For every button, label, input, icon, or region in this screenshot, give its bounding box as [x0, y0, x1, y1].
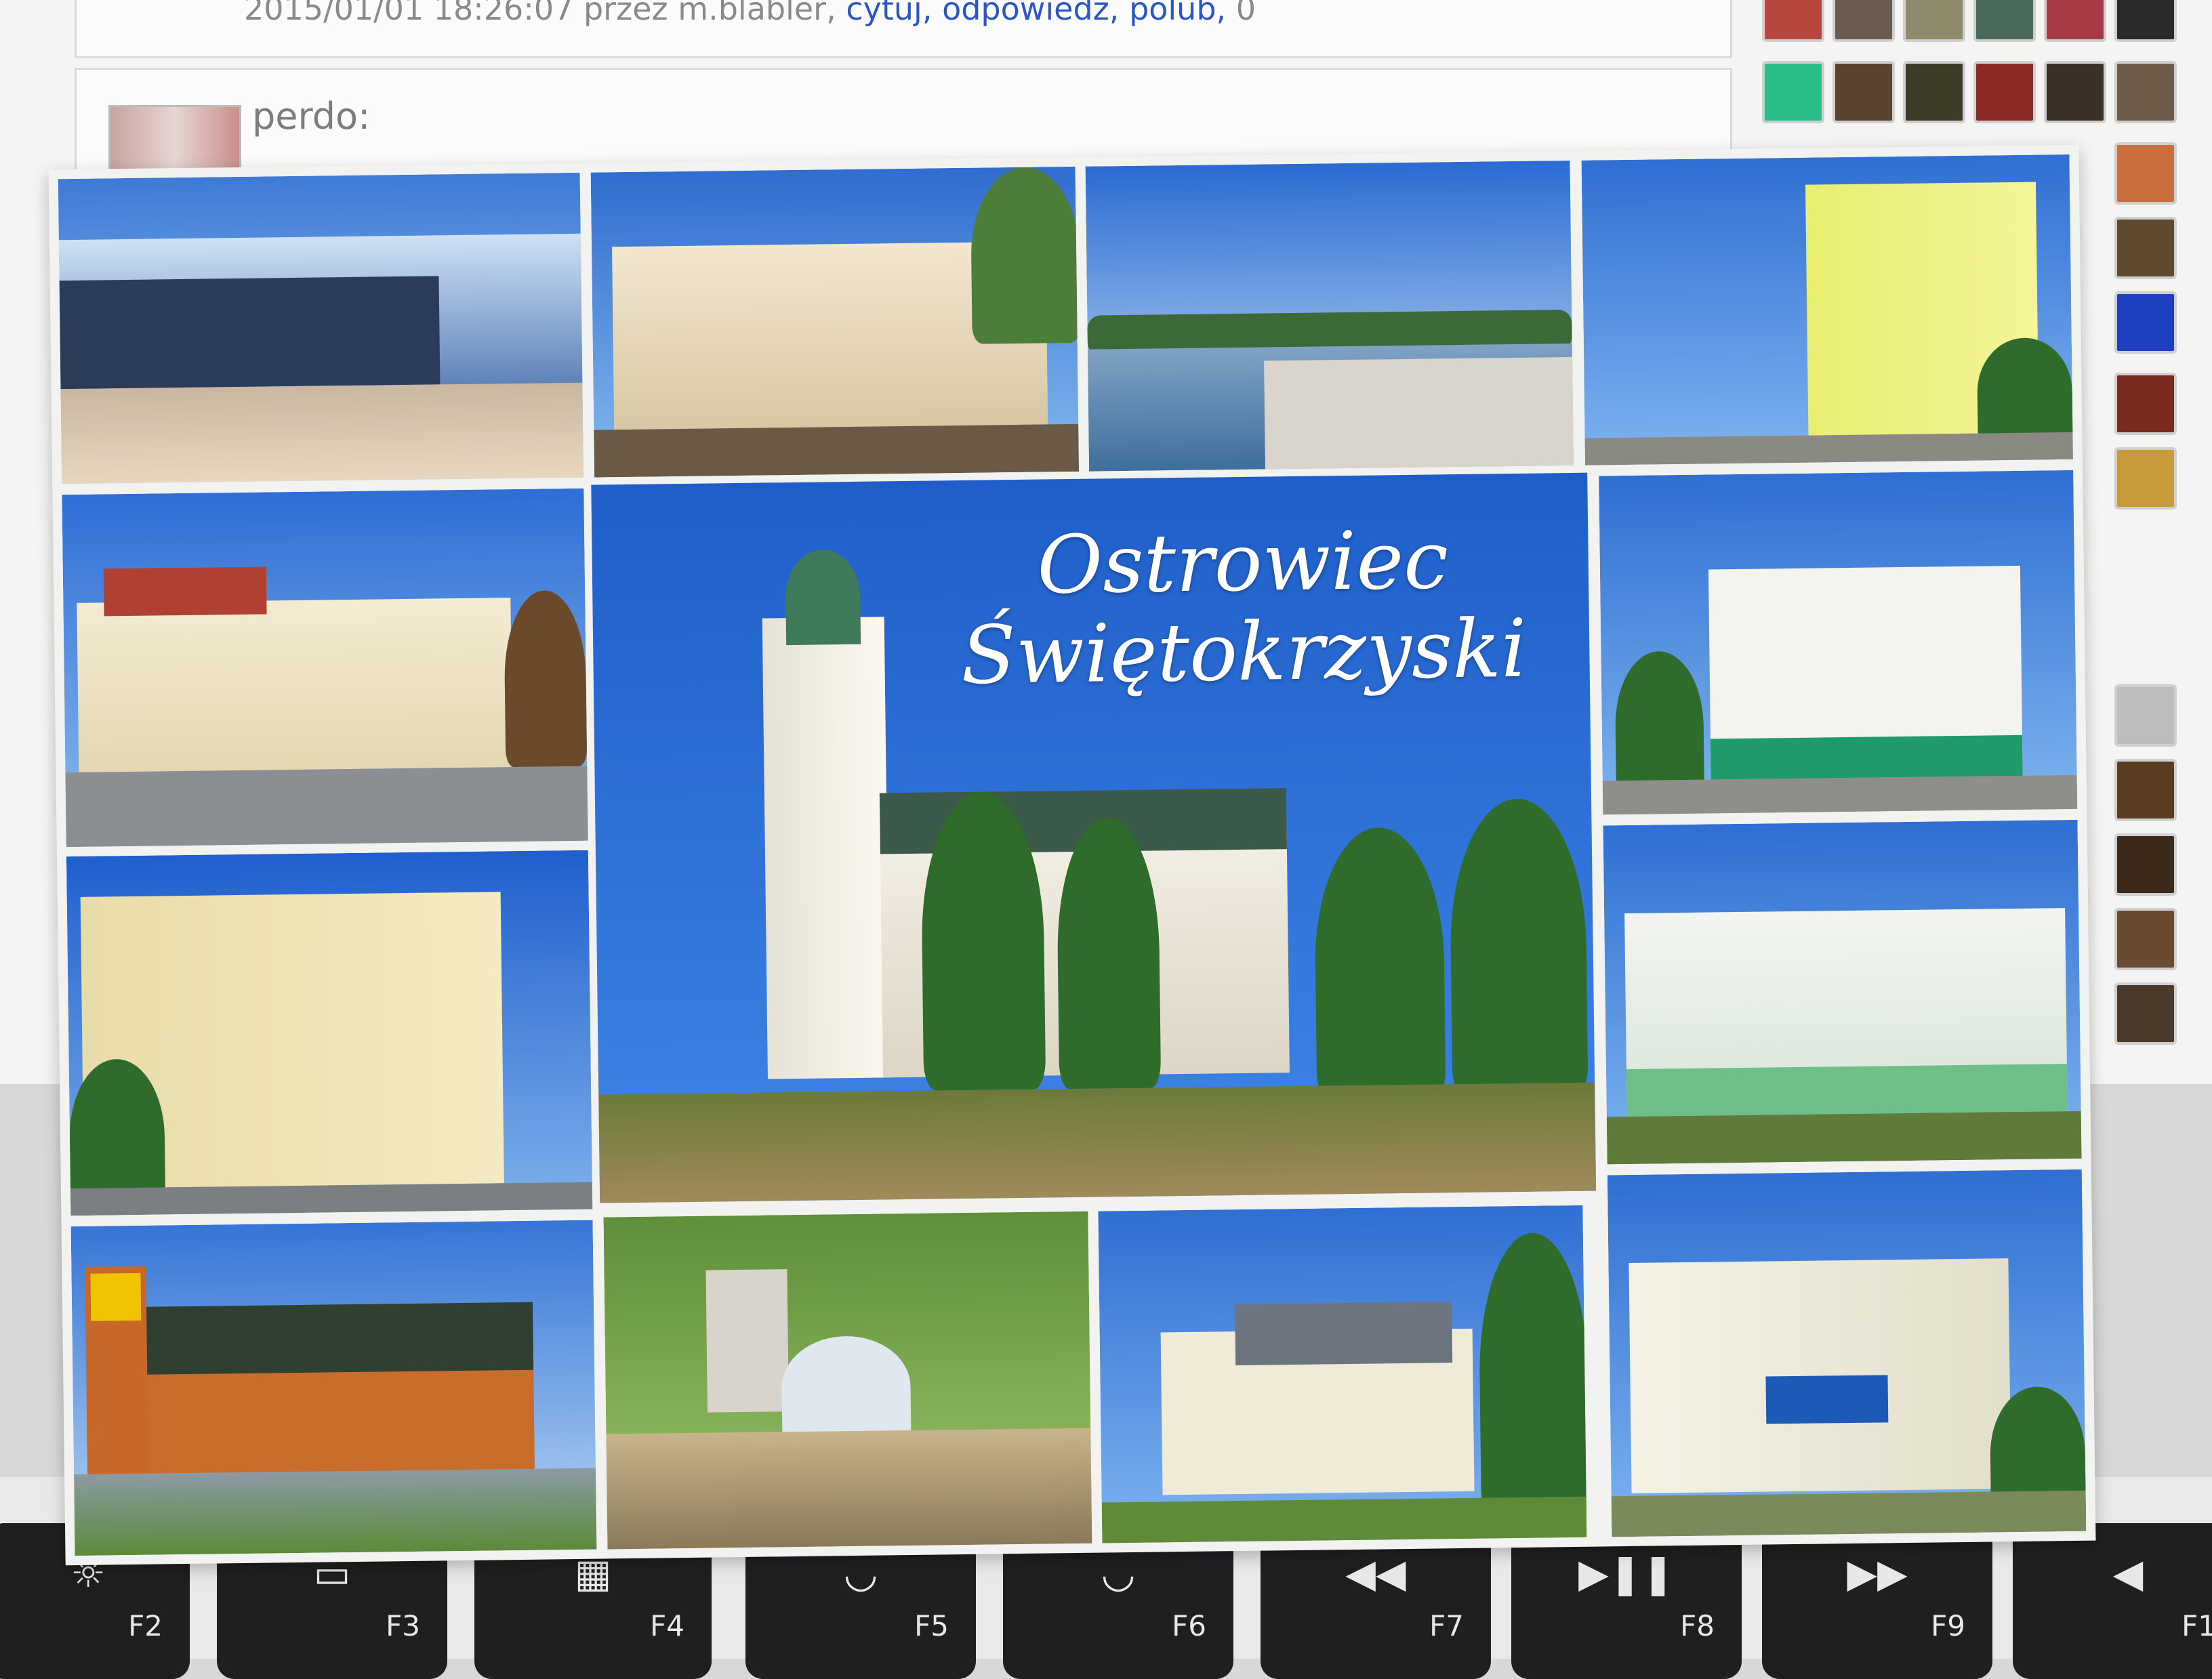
- key-label: F8: [1680, 1609, 1715, 1642]
- photo-lake-pier: [1085, 160, 1574, 472]
- key-label: F9: [1931, 1609, 1965, 1642]
- photo-white-church: [1098, 1205, 1587, 1543]
- mute-icon: ◀: [2112, 1550, 2144, 1596]
- photo-modern-office: [1607, 1169, 2087, 1537]
- key-label: F5: [914, 1609, 949, 1642]
- avatar[interactable]: [2114, 759, 2177, 821]
- key-label: F6: [1172, 1609, 1206, 1642]
- rewind-icon: ◀◀: [1345, 1550, 1406, 1596]
- postcard-center-photo: Ostrowiec Świętokrzyski: [591, 472, 1597, 1203]
- avatar[interactable]: [2114, 908, 2177, 970]
- photo-hotel-tower: [1581, 154, 2073, 465]
- key-label: F3: [386, 1609, 420, 1642]
- key-label: F4: [650, 1609, 684, 1642]
- postcard-title: Ostrowiec Świętokrzyski: [930, 513, 1556, 702]
- key-label: F1: [2182, 1609, 2212, 1642]
- quote-link[interactable]: cytuj,: [846, 0, 932, 27]
- avatar[interactable]: [2114, 982, 2177, 1045]
- avatar[interactable]: [2114, 447, 2177, 510]
- reply-link[interactable]: odpowiedz,: [942, 0, 1119, 27]
- postcard: Ostrowiec Świętokrzyski: [48, 144, 2096, 1566]
- key-f10[interactable]: ◀ F1: [2013, 1523, 2212, 1679]
- title-line-2: Świętokrzyski: [960, 601, 1528, 702]
- key-label: F7: [1429, 1609, 1464, 1642]
- avatar[interactable]: [2114, 373, 2177, 435]
- avatar[interactable]: [2114, 833, 2177, 896]
- avatar[interactable]: [2114, 142, 2177, 205]
- avatar[interactable]: [2114, 217, 2177, 279]
- avatar[interactable]: [1903, 61, 1965, 123]
- avatar[interactable]: [2114, 61, 2177, 123]
- photo-town-hall: [1603, 819, 2082, 1165]
- key-label: F2: [128, 1609, 163, 1642]
- avatar[interactable]: [1832, 0, 1895, 42]
- photo-villa-restaurant: [590, 166, 1080, 478]
- keyboard-light-up-icon: ◡: [1101, 1550, 1136, 1596]
- comment-timestamp: 2015/01/01 18:26:07 przez m.blabler,: [244, 0, 836, 27]
- avatar[interactable]: [1762, 0, 1824, 42]
- avatar[interactable]: [2044, 0, 2106, 42]
- fast-forward-icon: ▶▶: [1847, 1550, 1908, 1596]
- title-line-1: Ostrowiec: [1036, 513, 1449, 612]
- key-f9[interactable]: ▶▶ F9: [1762, 1523, 1992, 1679]
- avatar[interactable]: [1762, 61, 1824, 123]
- photo-office-block: [66, 850, 593, 1216]
- avatar[interactable]: [1973, 61, 2036, 123]
- play-pause-icon: ▶❚❚: [1578, 1550, 1675, 1596]
- like-link[interactable]: polub,: [1129, 0, 1226, 27]
- avatar[interactable]: [2044, 61, 2106, 123]
- avatar[interactable]: [2114, 0, 2177, 42]
- avatar[interactable]: [1973, 0, 2036, 42]
- avatar[interactable]: [1903, 0, 1965, 42]
- avatar[interactable]: [2114, 291, 2177, 354]
- comment-meta: 2015/01/01 18:26:07 przez m.blabler, cyt…: [244, 0, 1256, 27]
- photo-fountain-park: [603, 1211, 1092, 1550]
- avatar[interactable]: [2114, 684, 2177, 747]
- avatar[interactable]: [1832, 61, 1895, 123]
- photo-white-manor: [1599, 470, 2078, 815]
- church-tower: [762, 617, 890, 1079]
- keyboard-light-down-icon: ◡: [843, 1550, 878, 1596]
- photo-sports-hall: [58, 172, 584, 484]
- photo-classical-building: [62, 488, 588, 848]
- like-count: 0: [1235, 0, 1256, 27]
- comment-author[interactable]: perdo:: [252, 95, 370, 138]
- photo-mcdonalds: [70, 1220, 597, 1556]
